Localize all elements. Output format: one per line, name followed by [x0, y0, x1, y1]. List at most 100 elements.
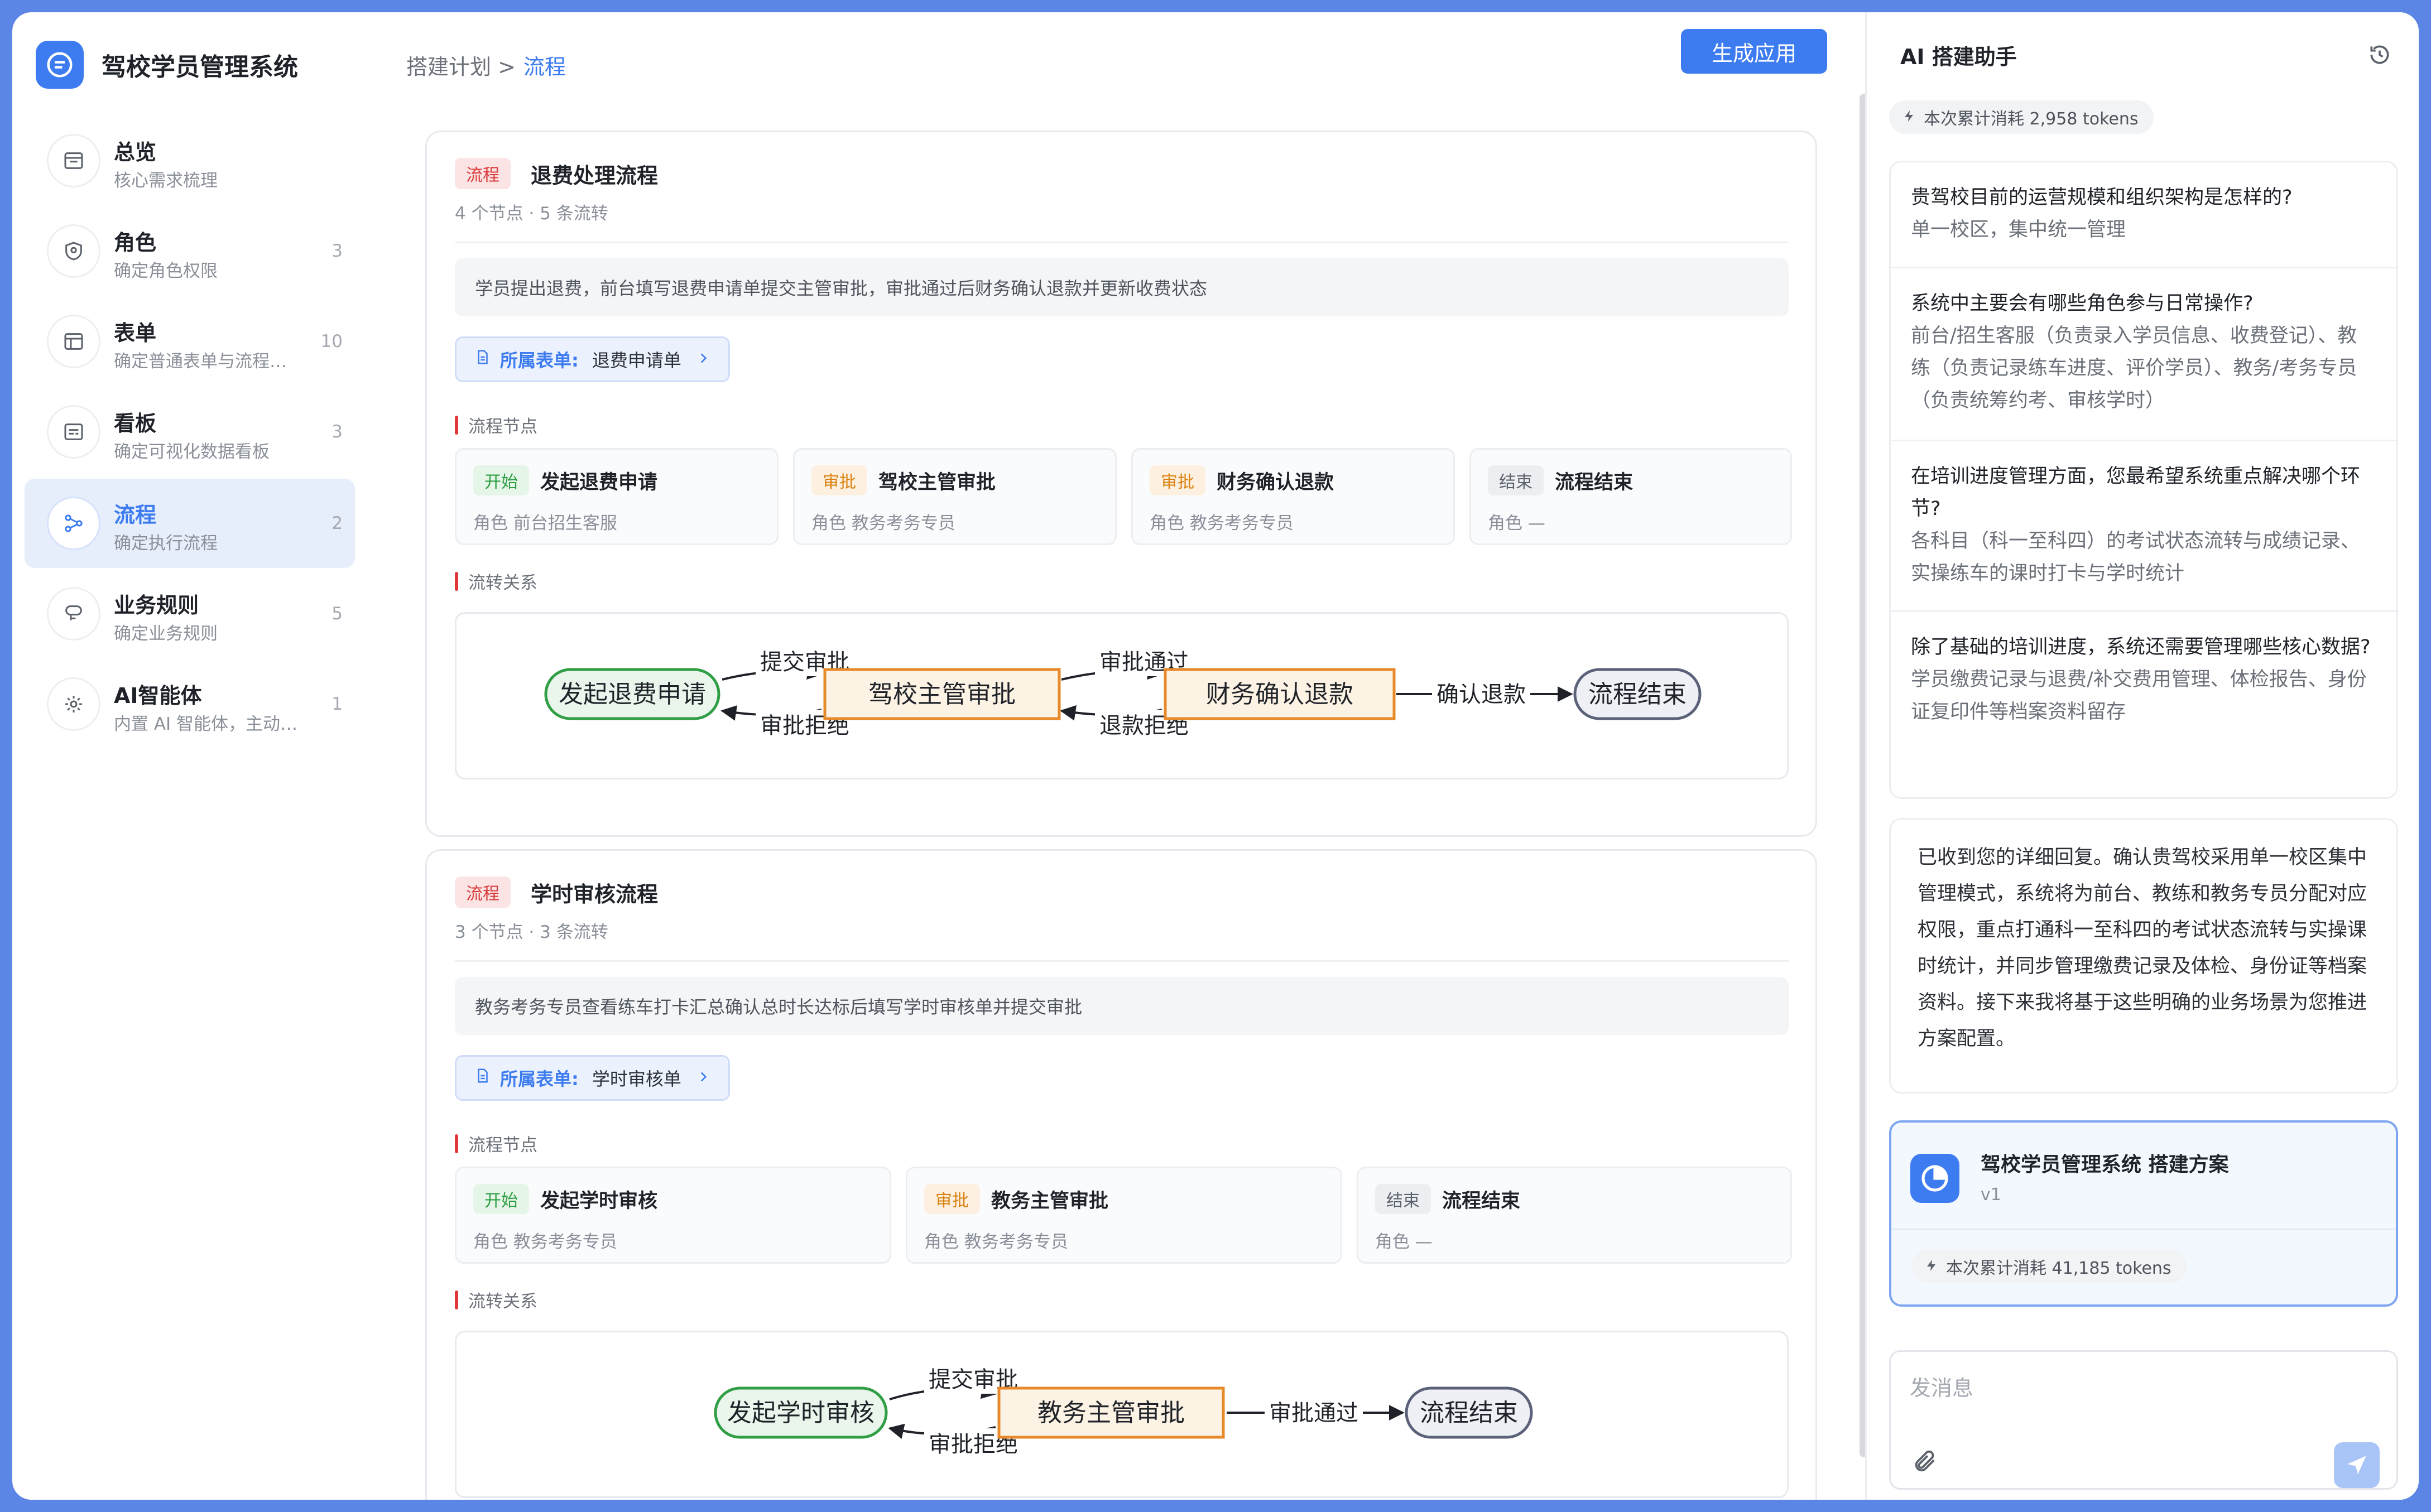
- node-name: 流程结束: [1442, 1190, 1521, 1212]
- sidebar-item-rules[interactable]: 业务规则 确定业务规则 5: [25, 569, 355, 658]
- document-icon: [474, 349, 491, 370]
- qa-item: 除了基础的培训进度，系统还需要管理哪些核心数据? 学员缴费记录与退费/补交费用管…: [1891, 612, 2396, 796]
- qa-question: 贵驾校目前的运营规模和组织架构是怎样的?: [1911, 186, 2293, 209]
- linked-form-label: 所属表单:: [500, 350, 579, 371]
- sidebar-item-ai-agent[interactable]: AI智能体 内置 AI 智能体，主动服务 1: [25, 659, 355, 749]
- node-name: 发起退费申请: [540, 471, 658, 494]
- node-name: 流程结束: [1555, 471, 1634, 494]
- sidebar-item-label: 角色: [114, 230, 157, 255]
- sidebar-item-sub: 核心需求梳理: [114, 171, 218, 191]
- sidebar-item-sub: 确定可视化数据看板: [114, 442, 270, 462]
- pie-chart-icon: [1910, 1154, 1959, 1203]
- sidebar-item-dashboard[interactable]: 看板 确定可视化数据看板 3: [25, 387, 355, 476]
- edges-section-label: 流转关系: [455, 569, 537, 594]
- flow-description: 学员提出退费，前台填写退费申请单提交主管审批，审批通过后财务确认退款并更新收费状…: [455, 258, 1789, 316]
- generate-app-button[interactable]: 生成应用: [1681, 29, 1827, 74]
- node-card[interactable]: 结束 流程结束 角色 —: [1357, 1167, 1792, 1264]
- qa-question: 在培训进度管理方面，您最希望系统重点解决哪个环节?: [1911, 465, 2361, 520]
- node-role: 角色 前台招生客服: [473, 513, 617, 533]
- sidebar-item-count: 1: [332, 694, 343, 714]
- lightning-icon: [1902, 108, 1916, 127]
- sidebar-item-forms[interactable]: 表单 确定普通表单与流程表单 10: [25, 297, 355, 386]
- sidebar: 驾校学员管理系统 总览 核心需求梳理 角色 确定角色权限 3 表单 确定普通表单…: [12, 12, 369, 1500]
- sidebar-item-roles[interactable]: 角色 确定角色权限 3: [25, 206, 355, 296]
- node-card[interactable]: 开始 发起退费申请 角色 前台招生客服: [455, 448, 779, 545]
- node-type-badge: 审批: [1150, 465, 1205, 495]
- history-icon[interactable]: [2363, 38, 2396, 71]
- node-card[interactable]: 结束 流程结束 角色 —: [1469, 448, 1792, 545]
- sidebar-item-sub: 确定角色权限: [114, 261, 218, 281]
- qa-answer: 前台/招生客服（负责录入学员信息、收费登记）、教练（负责记录练车进度、评价学员）…: [1911, 325, 2357, 412]
- flow-description: 教务考务专员查看练车打卡汇总确认总时长达标后填写学时审核单并提交审批: [455, 977, 1789, 1035]
- node-card[interactable]: 开始 发起学时审核 角色 教务考务专员: [455, 1167, 891, 1264]
- divider: [1891, 1229, 2396, 1230]
- node-card[interactable]: 审批 教务主管审批 角色 教务考务专员: [906, 1167, 1342, 1264]
- qa-item: 在培训进度管理方面，您最希望系统重点解决哪个环节? 各科目（科一至科四）的考试状…: [1891, 441, 2396, 612]
- app-logo-icon: [36, 41, 84, 89]
- node-name: 教务主管审批: [991, 1190, 1109, 1212]
- edge-label: 审批通过: [1269, 1400, 1358, 1426]
- diagram-node-label: 发起学时审核: [727, 1399, 875, 1427]
- breadcrumb-parent[interactable]: 搭建计划 >: [406, 50, 516, 80]
- divider: [455, 960, 1789, 962]
- sidebar-item-flows[interactable]: 流程 确定执行流程 2: [25, 479, 355, 568]
- token-usage-text: 本次累计消耗 41,185 tokens: [1946, 1259, 2171, 1278]
- ai-assistant-panel: AI 搭建助手 本次累计消耗 2,958 tokens 贵驾校目前的运营规模和组…: [1865, 12, 2419, 1500]
- flow-tag: 流程: [455, 158, 511, 189]
- flow-card-refund: 流程 退费处理流程 4 个节点 · 5 条流转 学员提出退费，前台填写退费申请单…: [425, 131, 1817, 837]
- node-role: 角色 教务考务专员: [473, 1232, 617, 1252]
- flow-meta: 3 个节点 · 3 条流转: [455, 922, 608, 942]
- token-usage-badge: 本次累计消耗 41,185 tokens: [1911, 1250, 2187, 1283]
- qa-item: 贵驾校目前的运营规模和组织架构是怎样的? 单一校区，集中统一管理: [1891, 162, 2396, 268]
- sidebar-item-count: 2: [332, 513, 343, 533]
- node-role: 角色 教务考务专员: [811, 513, 955, 533]
- sidebar-item-sub: 确定执行流程: [114, 533, 218, 553]
- document-icon: [474, 1067, 491, 1089]
- plan-version: v1: [1981, 1185, 2001, 1205]
- node-type-badge: 结束: [1488, 465, 1544, 495]
- qa-question: 系统中主要会有哪些角色参与日常操作?: [1911, 292, 2254, 315]
- node-name: 财务确认退款: [1217, 471, 1334, 494]
- sidebar-item-label: 总览: [114, 140, 157, 165]
- message-input[interactable]: [1910, 1369, 2367, 1408]
- sidebar-item-count: 3: [332, 241, 343, 261]
- main-content: 搭建计划 > 流程 生成应用 流程 退费处理流程 4 个节点 · 5 条流转 学…: [369, 12, 1868, 1500]
- flow-meta: 4 个节点 · 5 条流转: [455, 204, 608, 224]
- flow-icon: [47, 497, 100, 550]
- sidebar-item-overview[interactable]: 总览 核心需求梳理: [25, 116, 355, 205]
- breadcrumb: 搭建计划 > 流程: [406, 39, 566, 90]
- divider: [455, 242, 1789, 243]
- node-role: 角色 —: [1488, 513, 1545, 533]
- node-type-badge: 开始: [473, 1184, 529, 1214]
- node-type-badge: 审批: [924, 1184, 980, 1214]
- shield-icon: [47, 224, 100, 278]
- token-usage-badge: 本次累计消耗 2,958 tokens: [1889, 100, 2154, 134]
- node-card[interactable]: 审批 财务确认退款 角色 教务考务专员: [1131, 448, 1455, 545]
- qa-answer: 单一校区，集中统一管理: [1911, 219, 2126, 241]
- sidebar-item-count: 5: [332, 604, 343, 624]
- qa-list: 贵驾校目前的运营规模和组织架构是怎样的? 单一校区，集中统一管理 系统中主要会有…: [1889, 161, 2398, 799]
- plan-card[interactable]: 驾校学员管理系统 搭建方案 v1 本次累计消耗 41,185 tokens: [1889, 1120, 2398, 1307]
- rule-icon: [47, 587, 100, 641]
- plan-title: 驾校学员管理系统 搭建方案: [1981, 1153, 2229, 1176]
- sidebar-item-count: 10: [320, 331, 343, 351]
- sidebar-item-label: 业务规则: [114, 593, 199, 618]
- linked-form-link[interactable]: 所属表单: 学时审核单: [455, 1055, 730, 1101]
- linked-form-label: 所属表单:: [500, 1068, 579, 1090]
- flow-diagram-svg: 提交审批 审批拒绝 审批通过 退款拒绝 确认退款 发起退费申请 驾校主管审批 财…: [544, 646, 1702, 740]
- table-icon: [47, 315, 100, 368]
- qa-answer: 各科目（科一至科四）的考试状态流转与成绩记录、实操练车的课时打卡与学时统计: [1911, 530, 2361, 585]
- sidebar-item-sub: 内置 AI 智能体，主动服务: [114, 714, 304, 734]
- token-usage-text: 本次累计消耗 2,958 tokens: [1924, 109, 2139, 129]
- node-role: 角色 教务考务专员: [924, 1232, 1068, 1252]
- node-type-badge: 审批: [811, 465, 867, 495]
- node-card[interactable]: 审批 驾校主管审批 角色 教务考务专员: [793, 448, 1117, 545]
- paperclip-icon[interactable]: [1908, 1443, 1943, 1479]
- flow-diagram: 提交审批 审批拒绝 审批通过 退款拒绝 确认退款 发起退费申请 驾校主管审批 财…: [455, 612, 1789, 779]
- linked-form-link[interactable]: 所属表单: 退费申请单: [455, 336, 730, 382]
- qa-answer: 学员缴费记录与退费/补交费用管理、体检报告、身份证复印件等档案资料留存: [1911, 668, 2367, 723]
- edge-label: 确认退款: [1436, 682, 1526, 707]
- node-name: 驾校主管审批: [878, 471, 996, 494]
- diagram-node-label: 流程结束: [1588, 680, 1687, 709]
- send-button[interactable]: [2334, 1442, 2380, 1488]
